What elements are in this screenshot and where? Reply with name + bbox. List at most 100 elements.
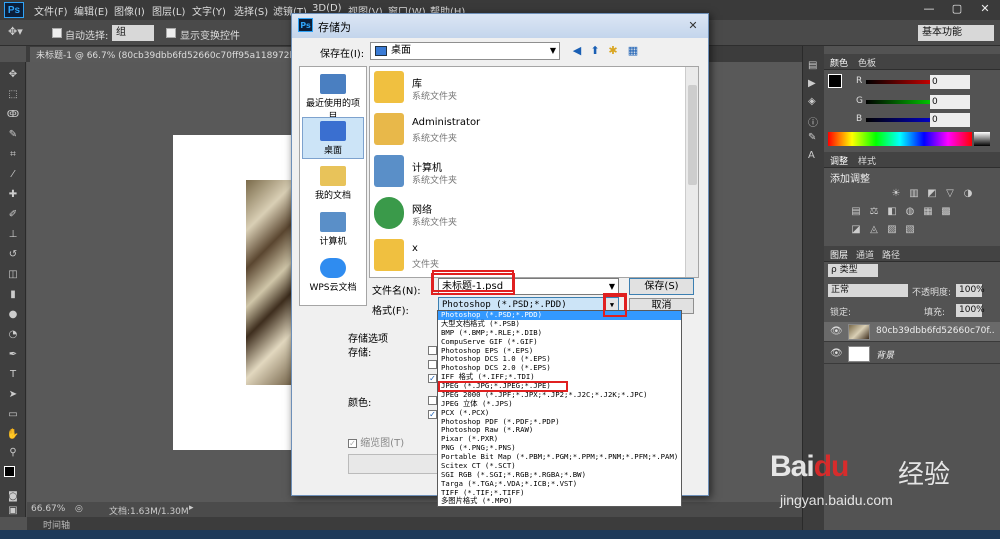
eraser-icon[interactable]: ◫ <box>6 268 20 281</box>
status-info-icon[interactable]: ◎ <box>75 504 83 514</box>
menu-image[interactable]: 图像(I) <box>114 3 145 18</box>
place-desktop[interactable]: 桌面 <box>302 117 364 159</box>
curves-icon[interactable]: ◩ <box>926 188 938 199</box>
place-computer[interactable]: 计算机 <box>302 209 364 251</box>
hue-saturation-icon[interactable]: ▤ <box>850 206 862 217</box>
actions-panel-icon[interactable]: ▶ <box>808 78 816 89</box>
foreground-color-swatch[interactable] <box>4 466 15 477</box>
vibrance-icon[interactable]: ◑ <box>962 188 974 199</box>
scrollbar-thumb[interactable] <box>688 85 697 185</box>
file-list-scrollbar[interactable] <box>685 67 698 277</box>
layer-row[interactable]: 👁 背景 <box>824 344 1000 364</box>
thumbnail-option[interactable]: ✓ 缩览图(T) <box>348 434 404 449</box>
place-wps-cloud[interactable]: WPS云文档 <box>302 255 364 297</box>
channel-b-value[interactable]: 0 <box>930 113 970 127</box>
blend-mode-dropdown[interactable]: 正常 <box>828 284 908 297</box>
channel-r-value[interactable]: 0 <box>930 75 970 89</box>
menu-edit[interactable]: 编辑(E) <box>74 3 108 18</box>
clone-stamp-icon[interactable]: ⊥ <box>6 228 20 241</box>
exposure-icon[interactable]: ▽ <box>944 188 956 199</box>
properties-panel-icon[interactable]: ◈ <box>808 96 816 107</box>
blur-icon[interactable]: ● <box>6 308 20 321</box>
invert-icon[interactable]: ◪ <box>850 224 862 235</box>
healing-brush-icon[interactable]: ✚ <box>6 188 20 201</box>
photo-filter-icon[interactable]: ◍ <box>904 206 916 217</box>
place-documents[interactable]: 我的文档 <box>302 163 364 205</box>
status-arrow-icon[interactable]: ▸ <box>189 503 194 513</box>
layer-row[interactable]: 👁 80cb39dbb6fd52660c70f... <box>824 322 1000 342</box>
save-option-checkbox[interactable] <box>428 360 437 369</box>
brightness-icon[interactable]: ☀ <box>890 188 902 199</box>
maximize-button[interactable]: ▢ <box>946 0 968 18</box>
color-spectrum[interactable] <box>828 132 972 146</box>
levels-icon[interactable]: ▥ <box>908 188 920 199</box>
tab-swatches[interactable]: 色板 <box>858 56 876 69</box>
view-menu-icon[interactable]: ▦ <box>626 44 640 58</box>
close-window-button[interactable]: ✕ <box>974 0 996 18</box>
quick-mask-icon[interactable]: ◙ <box>6 490 20 503</box>
history-brush-icon[interactable]: ↺ <box>6 248 20 261</box>
tab-paths[interactable]: 路径 <box>882 248 900 261</box>
show-transform-checkbox[interactable] <box>166 28 176 38</box>
menu-type[interactable]: 文字(Y) <box>192 3 226 18</box>
history-panel-icon[interactable]: ▤ <box>808 60 817 71</box>
list-item[interactable]: 计算机 系统文件夹 <box>374 153 614 193</box>
zoom-level[interactable]: 66.67% <box>31 504 65 514</box>
save-button[interactable]: 保存(S) <box>629 278 694 295</box>
black-white-icon[interactable]: ◧ <box>886 206 898 217</box>
save-in-dropdown[interactable]: 桌面 ▼ <box>370 42 560 60</box>
tab-styles[interactable]: 样式 <box>858 154 876 167</box>
crop-icon[interactable]: ⌗ <box>6 148 20 161</box>
menu-file[interactable]: 文件(F) <box>34 3 68 18</box>
place-recent[interactable]: 最近使用的项目 <box>302 71 364 122</box>
list-item[interactable]: Administrator 系统文件夹 <box>374 111 614 151</box>
layer-filter-dropdown[interactable]: ρ 类型 <box>828 264 878 277</box>
quick-select-icon[interactable]: ✎ <box>6 128 20 141</box>
list-item[interactable]: 库 系统文件夹 <box>374 69 614 109</box>
format-option[interactable]: 多图片格式 (*.MPO) <box>438 497 681 506</box>
channel-mixer-icon[interactable]: ▦ <box>922 206 934 217</box>
color-lookup-icon[interactable]: ▩ <box>940 206 952 217</box>
path-select-icon[interactable]: ➤ <box>6 388 20 401</box>
move-tool-icon[interactable]: ✥▾ <box>8 25 23 38</box>
tab-adjustments[interactable]: 调整 <box>830 154 848 167</box>
screen-mode-icon[interactable]: ▣ <box>6 504 20 517</box>
back-icon[interactable]: ◀ <box>570 44 584 58</box>
move-icon[interactable]: ✥ <box>6 68 20 81</box>
up-folder-icon[interactable]: ⬆ <box>588 44 602 58</box>
threshold-icon[interactable]: ▨ <box>886 224 898 235</box>
workspace-dropdown[interactable]: 基本功能 <box>918 25 994 41</box>
panel-foreground-swatch[interactable] <box>828 74 842 88</box>
zoom-icon[interactable]: ⚲ <box>6 446 20 459</box>
marquee-icon[interactable]: ⬚ <box>6 88 20 101</box>
chevron-down-icon[interactable]: ▼ <box>609 279 615 294</box>
minimize-button[interactable]: — <box>918 0 940 18</box>
shape-icon[interactable]: ▭ <box>6 408 20 421</box>
document-tab[interactable]: 未标题-1 @ 66.7% (80cb39dbb6fd52660c70ff95a… <box>30 47 325 62</box>
tab-color[interactable]: 颜色 <box>830 56 848 69</box>
hand-icon[interactable]: ✋ <box>6 428 20 441</box>
eye-icon[interactable]: 👁 <box>830 348 843 359</box>
tab-channels[interactable]: 通道 <box>856 248 874 261</box>
color-spectrum-bw[interactable] <box>974 132 990 146</box>
eye-icon[interactable]: 👁 <box>830 326 843 337</box>
channel-g-value[interactable]: 0 <box>930 95 970 109</box>
brush-panel-icon[interactable]: ✎ <box>808 132 816 143</box>
menu-layer[interactable]: 图层(L) <box>152 3 185 18</box>
pen-icon[interactable]: ✒ <box>6 348 20 361</box>
gradient-icon[interactable]: ▮ <box>6 288 20 301</box>
menu-select[interactable]: 选择(S) <box>234 3 268 18</box>
thumbnail-checkbox[interactable]: ✓ <box>348 438 357 448</box>
save-option-checkbox[interactable] <box>428 346 437 355</box>
lasso-icon[interactable]: ↂ <box>6 108 20 121</box>
opacity-input[interactable]: 100% <box>956 284 985 297</box>
color-option-checkbox[interactable]: ✓ <box>428 410 437 419</box>
color-balance-icon[interactable]: ⚖ <box>868 206 880 217</box>
info-panel-icon[interactable]: ⓘ <box>808 114 818 129</box>
fill-input[interactable]: 100% <box>956 304 985 317</box>
character-panel-icon[interactable]: A <box>808 150 815 161</box>
color-option-checkbox[interactable] <box>428 396 437 405</box>
eyedropper-icon[interactable]: ⁄ <box>6 168 20 181</box>
posterize-icon[interactable]: ◬ <box>868 224 880 235</box>
close-icon[interactable]: ✕ <box>684 18 702 33</box>
